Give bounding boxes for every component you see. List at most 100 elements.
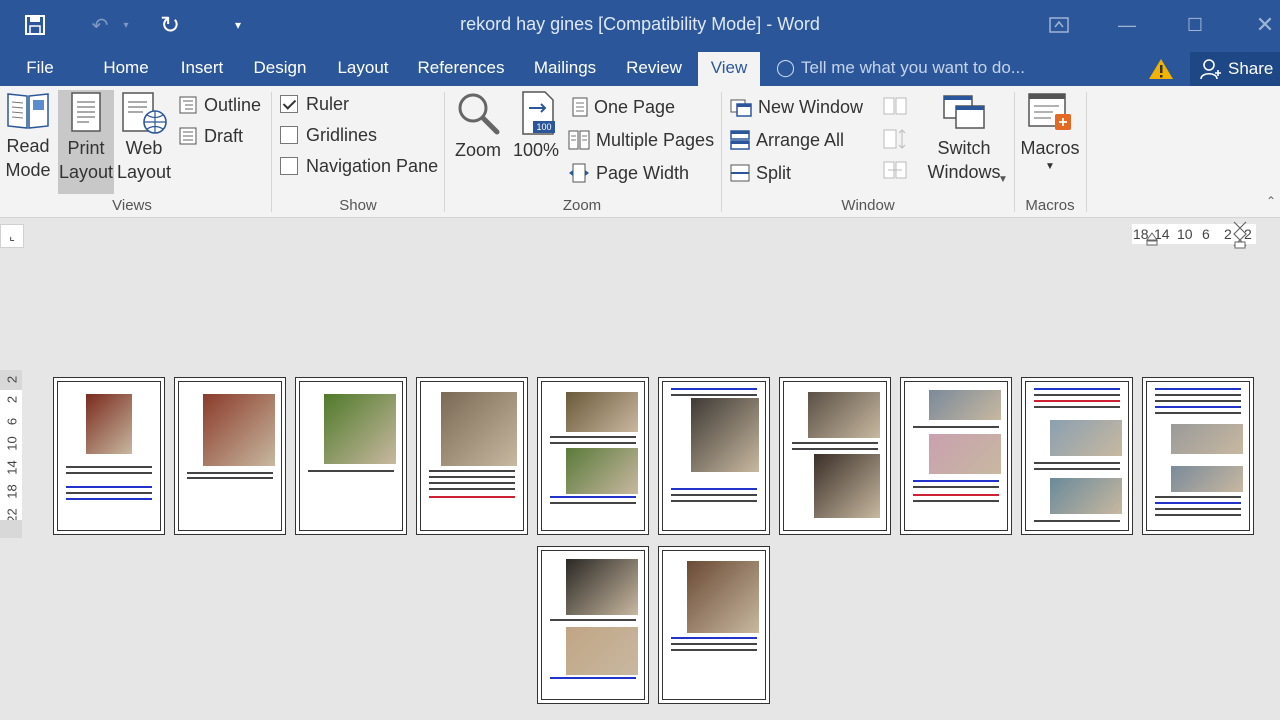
page-thumbnail[interactable] <box>174 377 286 535</box>
page-image <box>687 561 759 633</box>
share-button[interactable]: Share <box>1190 52 1280 86</box>
outline-icon <box>179 96 197 114</box>
tell-me-search[interactable]: ◯ Tell me what you want to do... <box>776 52 1025 86</box>
new-window-button[interactable]: New Window <box>730 94 863 120</box>
repeat-icon[interactable]: ↻ <box>154 10 186 40</box>
ruler-checkbox[interactable]: Ruler <box>280 91 349 117</box>
multiple-pages-button[interactable]: Multiple Pages <box>568 127 714 153</box>
gridlines-checkbox[interactable]: Gridlines <box>280 122 377 148</box>
right-indent-marker-icon[interactable] <box>1232 220 1248 250</box>
page-text-line <box>1034 400 1120 402</box>
group-separator <box>444 92 445 212</box>
undo-icon[interactable]: ↶ <box>84 10 116 40</box>
title-bar: ↶ ▾ ↻ ▾ rekord hay gines [Compatibility … <box>0 0 1280 52</box>
page-thumbnail[interactable] <box>658 546 770 704</box>
group-label-window: Window <box>841 197 895 214</box>
macros-button[interactable]: Macros ▼ <box>1018 90 1082 192</box>
tab-mailings[interactable]: Mailings <box>522 52 608 86</box>
tab-references[interactable]: References <box>410 52 512 86</box>
ruler-number: 10 <box>1177 226 1193 242</box>
page-width-button[interactable]: Page Width <box>568 160 689 186</box>
read-mode-button[interactable]: Read Mode <box>2 90 54 192</box>
tab-file[interactable]: File <box>14 52 66 86</box>
switch-windows-label: Switch Windows <box>927 138 1001 182</box>
tab-review[interactable]: Review <box>618 52 690 86</box>
page-text-line <box>187 472 273 474</box>
page-thumbnail[interactable] <box>658 377 770 535</box>
page-thumbnail[interactable] <box>537 546 649 704</box>
maximize-icon[interactable]: ☐ <box>1172 8 1218 42</box>
page-thumbnail[interactable] <box>416 377 528 535</box>
gridlines-check-box[interactable] <box>280 126 298 144</box>
undo-dropdown-icon[interactable]: ▾ <box>118 10 134 40</box>
tab-insert[interactable]: Insert <box>170 52 234 86</box>
split-button[interactable]: Split <box>730 160 791 186</box>
warning-icon[interactable] <box>1148 58 1174 80</box>
ruler-number: 14 <box>4 460 20 475</box>
close-icon[interactable]: ✕ <box>1242 8 1280 42</box>
page-thumbnail[interactable] <box>779 377 891 535</box>
multiple-pages-label: Multiple Pages <box>596 130 715 150</box>
view-side-by-side-icon <box>883 97 907 115</box>
page-thumbnail[interactable] <box>1142 377 1254 535</box>
page-image <box>203 394 275 466</box>
tab-layout[interactable]: Layout <box>326 52 400 86</box>
page-text-line <box>1034 394 1120 396</box>
arrange-all-button[interactable]: Arrange All <box>730 127 844 153</box>
ruler-number: 18 <box>4 484 20 499</box>
page-thumbnail[interactable] <box>537 377 649 535</box>
page-text-line <box>1155 388 1241 390</box>
page-text-line <box>1155 400 1241 402</box>
web-layout-button[interactable]: Web Layout <box>116 90 172 192</box>
page-text-line <box>1155 508 1241 510</box>
save-icon[interactable] <box>20 10 50 40</box>
zoom-100-button[interactable]: 100 100% <box>510 90 562 192</box>
vertical-ruler[interactable]: 2 2 6 10 14 18 22 <box>0 370 22 538</box>
group-separator <box>1014 92 1015 212</box>
new-window-label: New Window <box>758 97 864 117</box>
group-label-zoom: Zoom <box>562 197 602 214</box>
zoom-label: Zoom <box>454 140 501 160</box>
page-text-line <box>308 470 394 472</box>
indent-marker-icon[interactable] <box>1146 232 1158 246</box>
collapse-ribbon-icon[interactable]: ⌃ <box>1266 194 1276 208</box>
ruler-label: Ruler <box>306 94 350 114</box>
customize-toolbar-icon[interactable]: ▾ <box>228 10 248 40</box>
zoom-button[interactable]: Zoom <box>450 90 506 192</box>
page-text-line <box>1034 468 1120 470</box>
ribbon: Read Mode Print Layout Web Layout Outlin… <box>0 86 1280 218</box>
page-thumbnail[interactable] <box>53 377 165 535</box>
page-text-line <box>1155 394 1241 396</box>
page-border <box>662 381 766 531</box>
page-text-line <box>671 488 757 490</box>
tab-home[interactable]: Home <box>92 52 160 86</box>
print-layout-button[interactable]: Print Layout <box>58 90 114 194</box>
page-border <box>178 381 282 531</box>
ruler-number: 10 <box>4 436 20 451</box>
page-text-line <box>671 394 757 396</box>
navigation-pane-checkbox[interactable]: Navigation Pane <box>280 153 438 179</box>
navigation-pane-check-box[interactable] <box>280 157 298 175</box>
page-text-line <box>550 436 636 438</box>
page-text-line <box>429 482 515 484</box>
tab-stop-selector[interactable]: ⌞ <box>0 224 24 248</box>
tab-design[interactable]: Design <box>244 52 316 86</box>
one-page-button[interactable]: One Page <box>572 94 675 120</box>
page-thumbnail[interactable] <box>1021 377 1133 535</box>
page-thumbnail[interactable] <box>295 377 407 535</box>
tab-view[interactable]: View <box>698 52 760 86</box>
ruler-check-box[interactable] <box>280 95 298 113</box>
minimize-icon[interactable]: — <box>1104 8 1150 42</box>
page-image <box>566 448 638 494</box>
ribbon-display-options-icon[interactable] <box>1036 8 1082 42</box>
page-border <box>57 381 161 531</box>
switch-windows-button[interactable]: Switch Windows <box>918 90 1010 192</box>
page-border <box>904 381 1008 531</box>
page-thumbnail[interactable] <box>900 377 1012 535</box>
horizontal-ruler[interactable]: 18 14 10 6 2 2 <box>1132 221 1256 249</box>
navigation-pane-label: Navigation Pane <box>306 156 439 176</box>
page-image <box>691 398 759 472</box>
draft-button[interactable]: Draft <box>178 123 243 149</box>
outline-button[interactable]: Outline <box>178 92 261 118</box>
draft-icon <box>179 127 197 145</box>
